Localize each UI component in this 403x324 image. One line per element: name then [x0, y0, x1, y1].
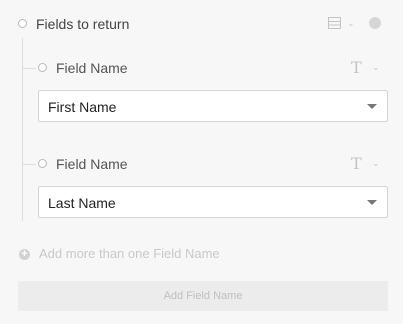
field-select-value: First Name [48, 99, 117, 115]
field-radio[interactable] [38, 159, 47, 168]
field-select-value: Last Name [48, 195, 116, 211]
tree-branch [22, 68, 36, 69]
field-name-label: Field Name [56, 60, 128, 76]
dropdown-caret-icon [367, 200, 377, 205]
tree-line [22, 38, 23, 221]
field-radio[interactable] [38, 63, 47, 72]
info-icon[interactable] [369, 17, 381, 29]
field-name-label: Field Name [56, 156, 128, 172]
fields-to-return-radio[interactable] [18, 19, 27, 28]
add-field-name-button[interactable]: Add Field Name [18, 281, 388, 311]
chevron-down-icon[interactable]: ⌄ [347, 18, 355, 29]
dropdown-caret-icon [367, 104, 377, 109]
fields-to-return-title: Fields to return [36, 16, 130, 32]
tree-branch [22, 164, 36, 165]
text-type-icon[interactable]: T [351, 154, 362, 173]
field-select[interactable]: First Name [38, 90, 388, 122]
chevron-down-icon[interactable]: ⌄ [372, 62, 380, 73]
text-type-icon[interactable]: T [351, 58, 362, 77]
add-more-link[interactable]: Add more than one Field Name [39, 246, 220, 261]
list-icon[interactable] [328, 17, 342, 30]
plus-circle-icon[interactable]: + [19, 249, 30, 260]
chevron-down-icon[interactable]: ⌄ [372, 158, 380, 169]
field-select[interactable]: Last Name [38, 186, 388, 218]
